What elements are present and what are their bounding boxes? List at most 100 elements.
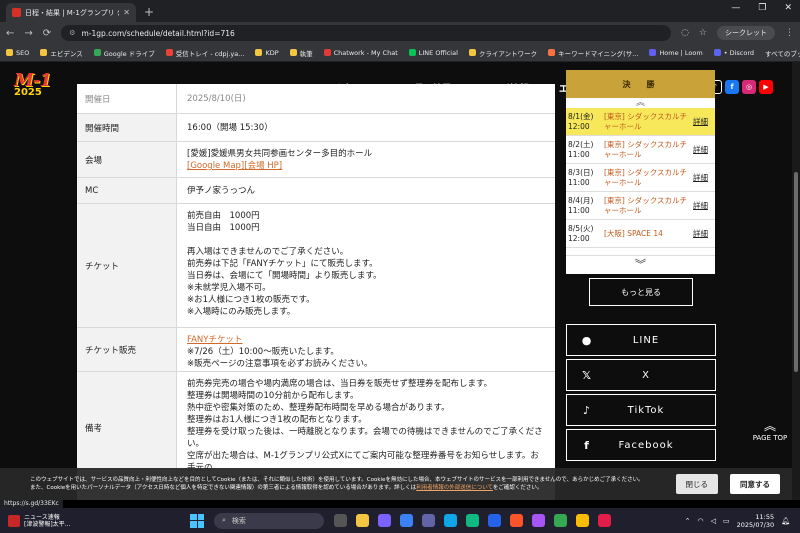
fany-ticket-link[interactable]: FANYチケット bbox=[187, 334, 545, 346]
nav-item[interactable]: コンビ情報 bbox=[481, 81, 529, 95]
sns-button-line[interactable]: ● LINE bbox=[566, 324, 716, 356]
wifi-icon[interactable]: ◠ bbox=[698, 517, 704, 525]
taskbar-search[interactable]: ⌕ 検索 bbox=[214, 512, 324, 529]
explorer-icon[interactable] bbox=[356, 514, 369, 527]
schedule-venue: [東京] シダックスカルチャーホール bbox=[604, 139, 688, 159]
bookmark-icon bbox=[93, 49, 101, 56]
schedule-detail-link[interactable]: 詳細 bbox=[693, 229, 715, 239]
schedule-date: 8/1(金) 12:00 bbox=[566, 112, 604, 132]
brave-icon[interactable] bbox=[510, 514, 523, 527]
close-window-icon[interactable]: ✕ bbox=[784, 3, 792, 13]
url-input[interactable]: ⚙ m-1gp.com/schedule/detail.html?id=716 bbox=[61, 25, 672, 41]
teams-icon[interactable] bbox=[422, 514, 435, 527]
nav-item[interactable]: 日程・結果 bbox=[404, 81, 452, 95]
bookmark-icon bbox=[408, 49, 416, 56]
app-icon[interactable] bbox=[532, 514, 545, 527]
tray-chevron-icon[interactable]: ⌃ bbox=[685, 517, 691, 525]
chevron-down-icon[interactable]: ︾ bbox=[566, 255, 715, 274]
more-button[interactable]: もっと見る bbox=[589, 278, 693, 306]
sns-button-x[interactable]: 𝕏X bbox=[566, 359, 716, 391]
bookmark-label: SEO bbox=[16, 48, 30, 57]
scrollbar-thumb[interactable] bbox=[794, 172, 798, 372]
restore-icon[interactable]: ❐ bbox=[758, 3, 766, 13]
bookmark-item[interactable]: Chatwork - My Chat bbox=[323, 48, 398, 57]
news-widget[interactable]: ニュース速報 [津波警報]太平... bbox=[0, 514, 120, 528]
incognito-badge[interactable]: シークレット bbox=[717, 26, 775, 40]
back-icon[interactable]: ← bbox=[6, 28, 14, 39]
edge-icon[interactable] bbox=[466, 514, 479, 527]
page-top-button[interactable]: ︽ PAGE TOP bbox=[748, 417, 792, 442]
notes-icon[interactable] bbox=[598, 514, 611, 527]
browser-tab[interactable]: 日程・結果 | M-1グランプリ 公式サ ✕ bbox=[6, 3, 136, 22]
minimize-icon[interactable]: — bbox=[731, 3, 740, 13]
store-icon[interactable] bbox=[400, 514, 413, 527]
bookmark-item[interactable]: • Discord bbox=[713, 49, 754, 57]
instagram-icon[interactable]: ◎ bbox=[742, 80, 756, 94]
all-bookmarks[interactable]: すべてのブックマーク bbox=[765, 48, 800, 58]
schedule-day: 8/2(土) bbox=[568, 139, 594, 149]
bookmark-item[interactable]: Google ドライブ bbox=[93, 48, 155, 58]
schedule-detail-link[interactable]: 詳細 bbox=[693, 173, 715, 183]
site-logo[interactable]: M-1 2025 bbox=[14, 70, 76, 106]
venue-links[interactable]: [Google Map][会場 HP] bbox=[187, 160, 545, 172]
photos-icon[interactable] bbox=[444, 514, 457, 527]
chrome-icon[interactable] bbox=[554, 514, 567, 527]
eye-off-icon[interactable]: ◌ bbox=[681, 28, 689, 38]
chrome-active-icon[interactable] bbox=[576, 514, 589, 527]
reload-icon[interactable]: ⟳ bbox=[43, 28, 51, 39]
cookie-policy-link[interactable]: 利用者情報の外部送信について bbox=[416, 485, 493, 491]
bookmark-label: Chatwork - My Chat bbox=[333, 48, 398, 57]
nav-item[interactable]: お知らせ bbox=[336, 81, 374, 95]
sns-button-facebook[interactable]: f Facebook bbox=[566, 429, 716, 461]
cookie-text-1: このウェブサイトでは、サービスの品質向上・利便性向上などを目的としてCookie… bbox=[30, 477, 644, 483]
bookmark-item[interactable]: 執筆 bbox=[289, 48, 313, 58]
bookmark-item[interactable]: KDP bbox=[255, 49, 279, 57]
bookmark-item[interactable]: キーワードマイニング(サ... bbox=[548, 48, 638, 58]
bookmark-item[interactable]: エビデンス bbox=[40, 48, 83, 58]
sns-button-tiktok[interactable]: ♪ TikTok bbox=[566, 394, 716, 426]
address-bar: ← → ⟳ ⚙ m-1gp.com/schedule/detail.html?i… bbox=[0, 22, 800, 44]
bookmark-star-icon[interactable]: ☆ bbox=[699, 28, 707, 38]
facebook-icon[interactable]: f bbox=[725, 80, 739, 94]
mail-icon[interactable] bbox=[488, 514, 501, 527]
cookie-close-button[interactable]: 閉じる bbox=[675, 474, 718, 494]
chevron-up-icon[interactable]: ︽ bbox=[566, 98, 715, 108]
clock-date: 2025/07/30 bbox=[736, 520, 775, 529]
site-info-icon[interactable]: ⚙ bbox=[69, 29, 75, 37]
bookmark-icon bbox=[255, 49, 263, 56]
schedule-time: 11:00 bbox=[568, 205, 590, 215]
copilot-icon[interactable] bbox=[378, 514, 391, 527]
detail-value: 伊予ノ家うっつん bbox=[177, 178, 555, 203]
scrollbar[interactable] bbox=[792, 62, 800, 500]
schedule-detail-link[interactable]: 詳細 bbox=[693, 201, 715, 211]
bookmark-item[interactable]: LINE Official bbox=[408, 49, 458, 57]
detail-line: 前売券完売の場合や場内満席の場合は、当日券を販売せず整理券を配布します。 bbox=[187, 379, 493, 389]
bookmark-item[interactable]: クライアントワーク bbox=[468, 48, 537, 58]
detail-label: チケット bbox=[77, 204, 177, 327]
notification-icon[interactable]: 🔔︎ bbox=[781, 517, 790, 525]
bookmark-item[interactable]: SEO bbox=[6, 49, 29, 57]
cookie-text-2: また、Cookieを用いたパーソナルデータ（アクセス日時など個人を特定できない関… bbox=[30, 485, 417, 491]
detail-row: MC 伊予ノ家うっつん bbox=[77, 178, 555, 204]
close-tab-icon[interactable]: ✕ bbox=[123, 8, 130, 17]
menu-kebab-icon[interactable]: ⋮ bbox=[785, 28, 794, 38]
schedule-detail-link[interactable]: 詳細 bbox=[693, 117, 715, 127]
detail-line bbox=[187, 234, 545, 246]
bookmark-item[interactable]: Home | Loom bbox=[649, 49, 703, 57]
detail-line: [愛媛]愛媛県男女共同参画センター多目的ホール bbox=[187, 149, 373, 159]
battery-icon[interactable]: ▭ bbox=[723, 517, 730, 525]
taskbar-clock[interactable]: 11:55 2025/07/30 bbox=[737, 513, 774, 529]
system-tray: ⌃ ◠ ◁ ▭ 11:55 2025/07/30 🔔︎ bbox=[685, 513, 800, 529]
forward-icon[interactable]: → bbox=[24, 28, 32, 39]
cookie-agree-button[interactable]: 同意する bbox=[730, 474, 780, 494]
windows-start-icon[interactable] bbox=[190, 513, 204, 528]
all-bookmarks-label: すべてのブックマーク bbox=[765, 49, 800, 58]
cookie-text-3: をご確認ください。 bbox=[492, 485, 543, 491]
youtube-icon[interactable]: ▶ bbox=[759, 80, 773, 94]
schedule-detail-link[interactable]: 詳細 bbox=[693, 145, 715, 155]
schedule-day: 8/5(火) bbox=[568, 223, 594, 233]
new-tab-button[interactable]: + bbox=[144, 5, 154, 19]
volume-icon[interactable]: ◁ bbox=[711, 517, 716, 525]
task-view-icon[interactable] bbox=[334, 514, 347, 527]
bookmark-item[interactable]: 受信トレイ - cdpj.ya... bbox=[165, 48, 244, 58]
